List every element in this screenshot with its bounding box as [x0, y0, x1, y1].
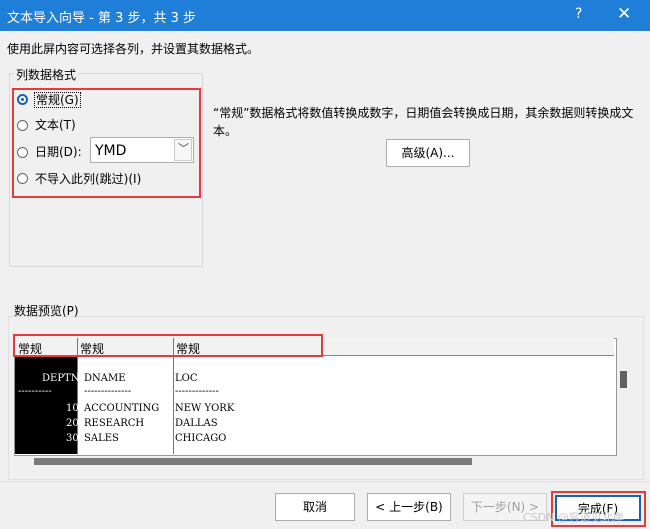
- cell: 30: [66, 433, 79, 444]
- horizontal-scrollbar-thumb[interactable]: [34, 458, 472, 465]
- cell: --------------: [84, 386, 132, 397]
- radio-date-label[interactable]: 日期(D):: [35, 143, 82, 160]
- window-title: 文本导入向导 - 第 3 步，共 3 步: [7, 11, 197, 26]
- cell: -------------: [175, 386, 219, 397]
- help-button[interactable]: ?: [575, 6, 582, 22]
- radio-text-label[interactable]: 文本(T): [35, 116, 76, 133]
- cancel-button[interactable]: 取消: [275, 493, 355, 521]
- radio-text[interactable]: [17, 120, 28, 131]
- radio-date[interactable]: [17, 147, 28, 158]
- vertical-scrollbar-thumb[interactable]: [620, 371, 627, 388]
- cell: DEPTNO: [42, 373, 88, 384]
- back-button[interactable]: < 上一步(B): [367, 493, 451, 521]
- cell: ----------: [18, 386, 52, 397]
- close-button[interactable]: ✕: [617, 4, 631, 24]
- radio-general-label[interactable]: 常规(G): [34, 91, 81, 108]
- cell: 20: [66, 418, 79, 429]
- cell: LOC: [175, 373, 198, 384]
- radio-skip-label[interactable]: 不导入此列(跳过)(I): [35, 170, 141, 187]
- advanced-button[interactable]: 高级(A)...: [386, 139, 470, 167]
- watermark: CSDN @容道见北岸: [523, 511, 624, 524]
- general-label-text: 常规(G): [34, 92, 81, 108]
- footer-divider: [0, 481, 650, 482]
- intro-text: 使用此屏内容可选择各列，并设置其数据格式。: [7, 42, 260, 56]
- cell: NEW YORK: [175, 403, 235, 414]
- preview-label: 数据预览(P): [14, 304, 79, 318]
- header-highlight-box: [13, 334, 323, 357]
- title-bar: 文本导入向导 - 第 3 步，共 3 步 ? ✕: [0, 0, 650, 31]
- cell: DALLAS: [175, 418, 218, 429]
- cell: 10: [66, 403, 79, 414]
- radio-skip[interactable]: [17, 173, 28, 184]
- cell: DNAME: [84, 373, 126, 384]
- radio-general[interactable]: [17, 94, 28, 105]
- format-group-label: 列数据格式: [14, 66, 79, 83]
- cell: RESEARCH: [84, 418, 145, 429]
- cell: ACCOUNTING: [84, 403, 160, 414]
- format-description: “常规”数据格式将数值转换成数字，日期值会转换成日期，其余数据则转换成文本。: [213, 106, 634, 138]
- chevron-down-icon: ﹀: [178, 142, 189, 155]
- cell: CHICAGO: [175, 433, 227, 444]
- cell: SALES: [84, 433, 119, 444]
- date-format-value: YMD: [95, 143, 127, 159]
